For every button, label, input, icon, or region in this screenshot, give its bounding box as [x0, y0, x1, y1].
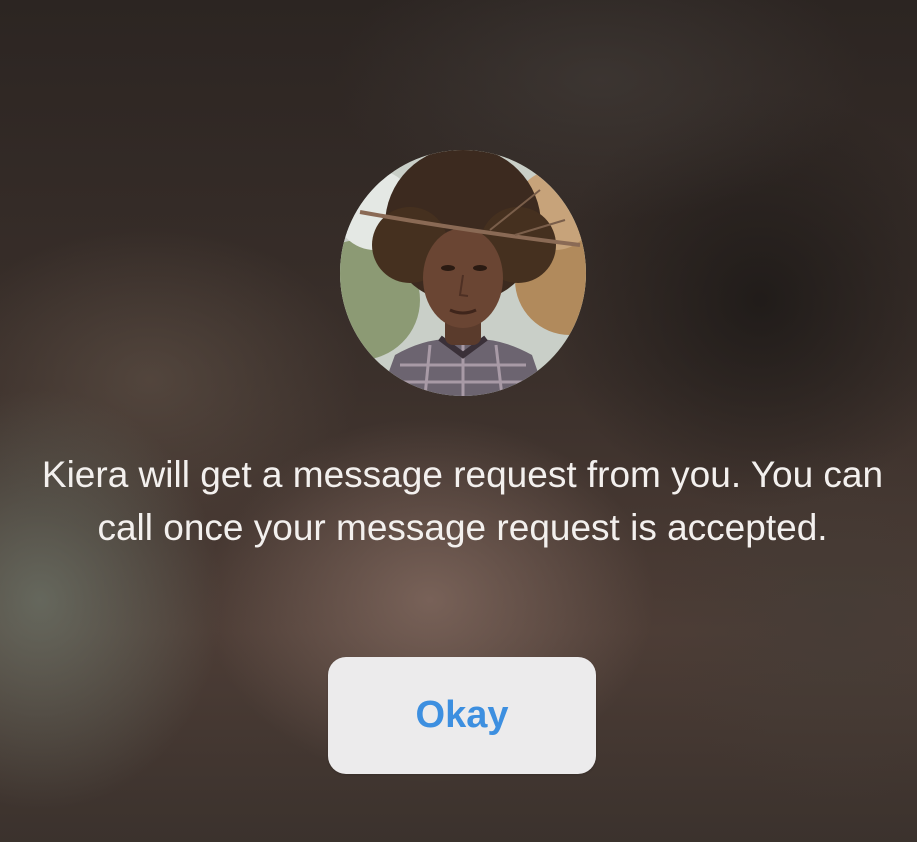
okay-button[interactable]: Okay [328, 657, 596, 774]
profile-photo [340, 150, 586, 396]
message-request-notice: Kiera will get a message request from yo… [41, 454, 884, 548]
call-blocked-screen: Kiera will get a message request from yo… [0, 0, 917, 842]
avatar [340, 150, 586, 396]
